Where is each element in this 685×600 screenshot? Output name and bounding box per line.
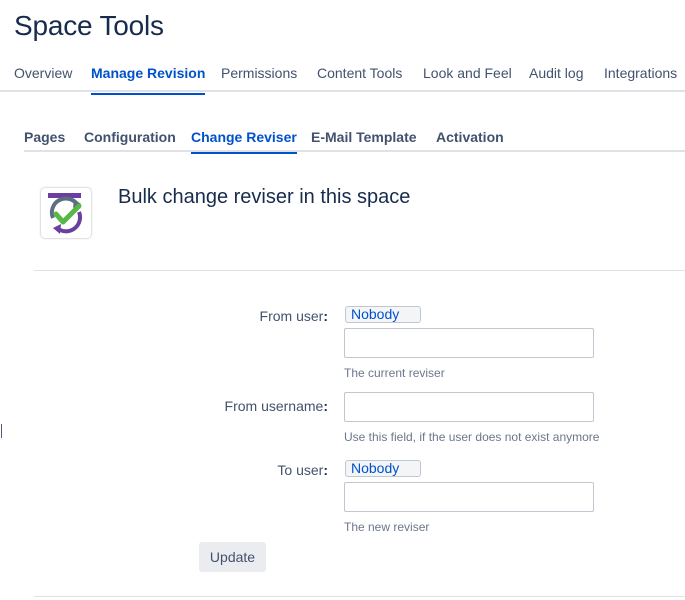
page-title: Space Tools — [14, 10, 164, 41]
edge-mark — [0, 424, 2, 438]
tab-look-and-feel[interactable]: Look and Feel — [423, 65, 512, 92]
main-tab-bar: Overview Manage Revision Permissions Con… — [0, 62, 685, 95]
divider-top — [34, 270, 685, 271]
divider-bottom — [34, 596, 685, 597]
tab-content-tools[interactable]: Content Tools — [317, 65, 402, 92]
from-user-hint: The current reviser — [344, 366, 445, 380]
subtab-email-template[interactable]: E-Mail Template — [311, 129, 417, 152]
section-heading: Bulk change reviser in this space — [118, 186, 411, 208]
update-button[interactable]: Update — [199, 542, 266, 572]
tab-overview[interactable]: Overview — [14, 65, 72, 92]
from-user-input[interactable] — [344, 328, 594, 358]
sub-tab-bar: Pages Configuration Change Reviser E-Mai… — [24, 127, 685, 154]
to-user-chip[interactable]: Nobody — [345, 460, 421, 477]
to-user-input[interactable] — [344, 482, 594, 512]
tab-permissions[interactable]: Permissions — [221, 65, 297, 92]
tab-manage-revision[interactable]: Manage Revision — [91, 65, 206, 95]
from-user-label: From user: — [259, 308, 328, 324]
subtab-activation[interactable]: Activation — [436, 129, 504, 152]
revision-app-logo-icon — [41, 188, 91, 238]
to-user-label: To user: — [277, 462, 328, 478]
to-user-hint: The new reviser — [344, 520, 430, 534]
subtab-pages[interactable]: Pages — [24, 129, 65, 152]
from-user-chip[interactable]: Nobody — [345, 306, 421, 323]
from-username-hint: Use this field, if the user does not exi… — [344, 430, 600, 444]
subtab-change-reviser[interactable]: Change Reviser — [191, 129, 297, 154]
tab-integrations[interactable]: Integrations — [604, 65, 677, 92]
from-username-input[interactable] — [344, 392, 594, 422]
subtab-configuration[interactable]: Configuration — [84, 129, 176, 152]
tab-audit-log[interactable]: Audit log — [529, 65, 583, 92]
from-username-label: From username: — [224, 398, 328, 414]
